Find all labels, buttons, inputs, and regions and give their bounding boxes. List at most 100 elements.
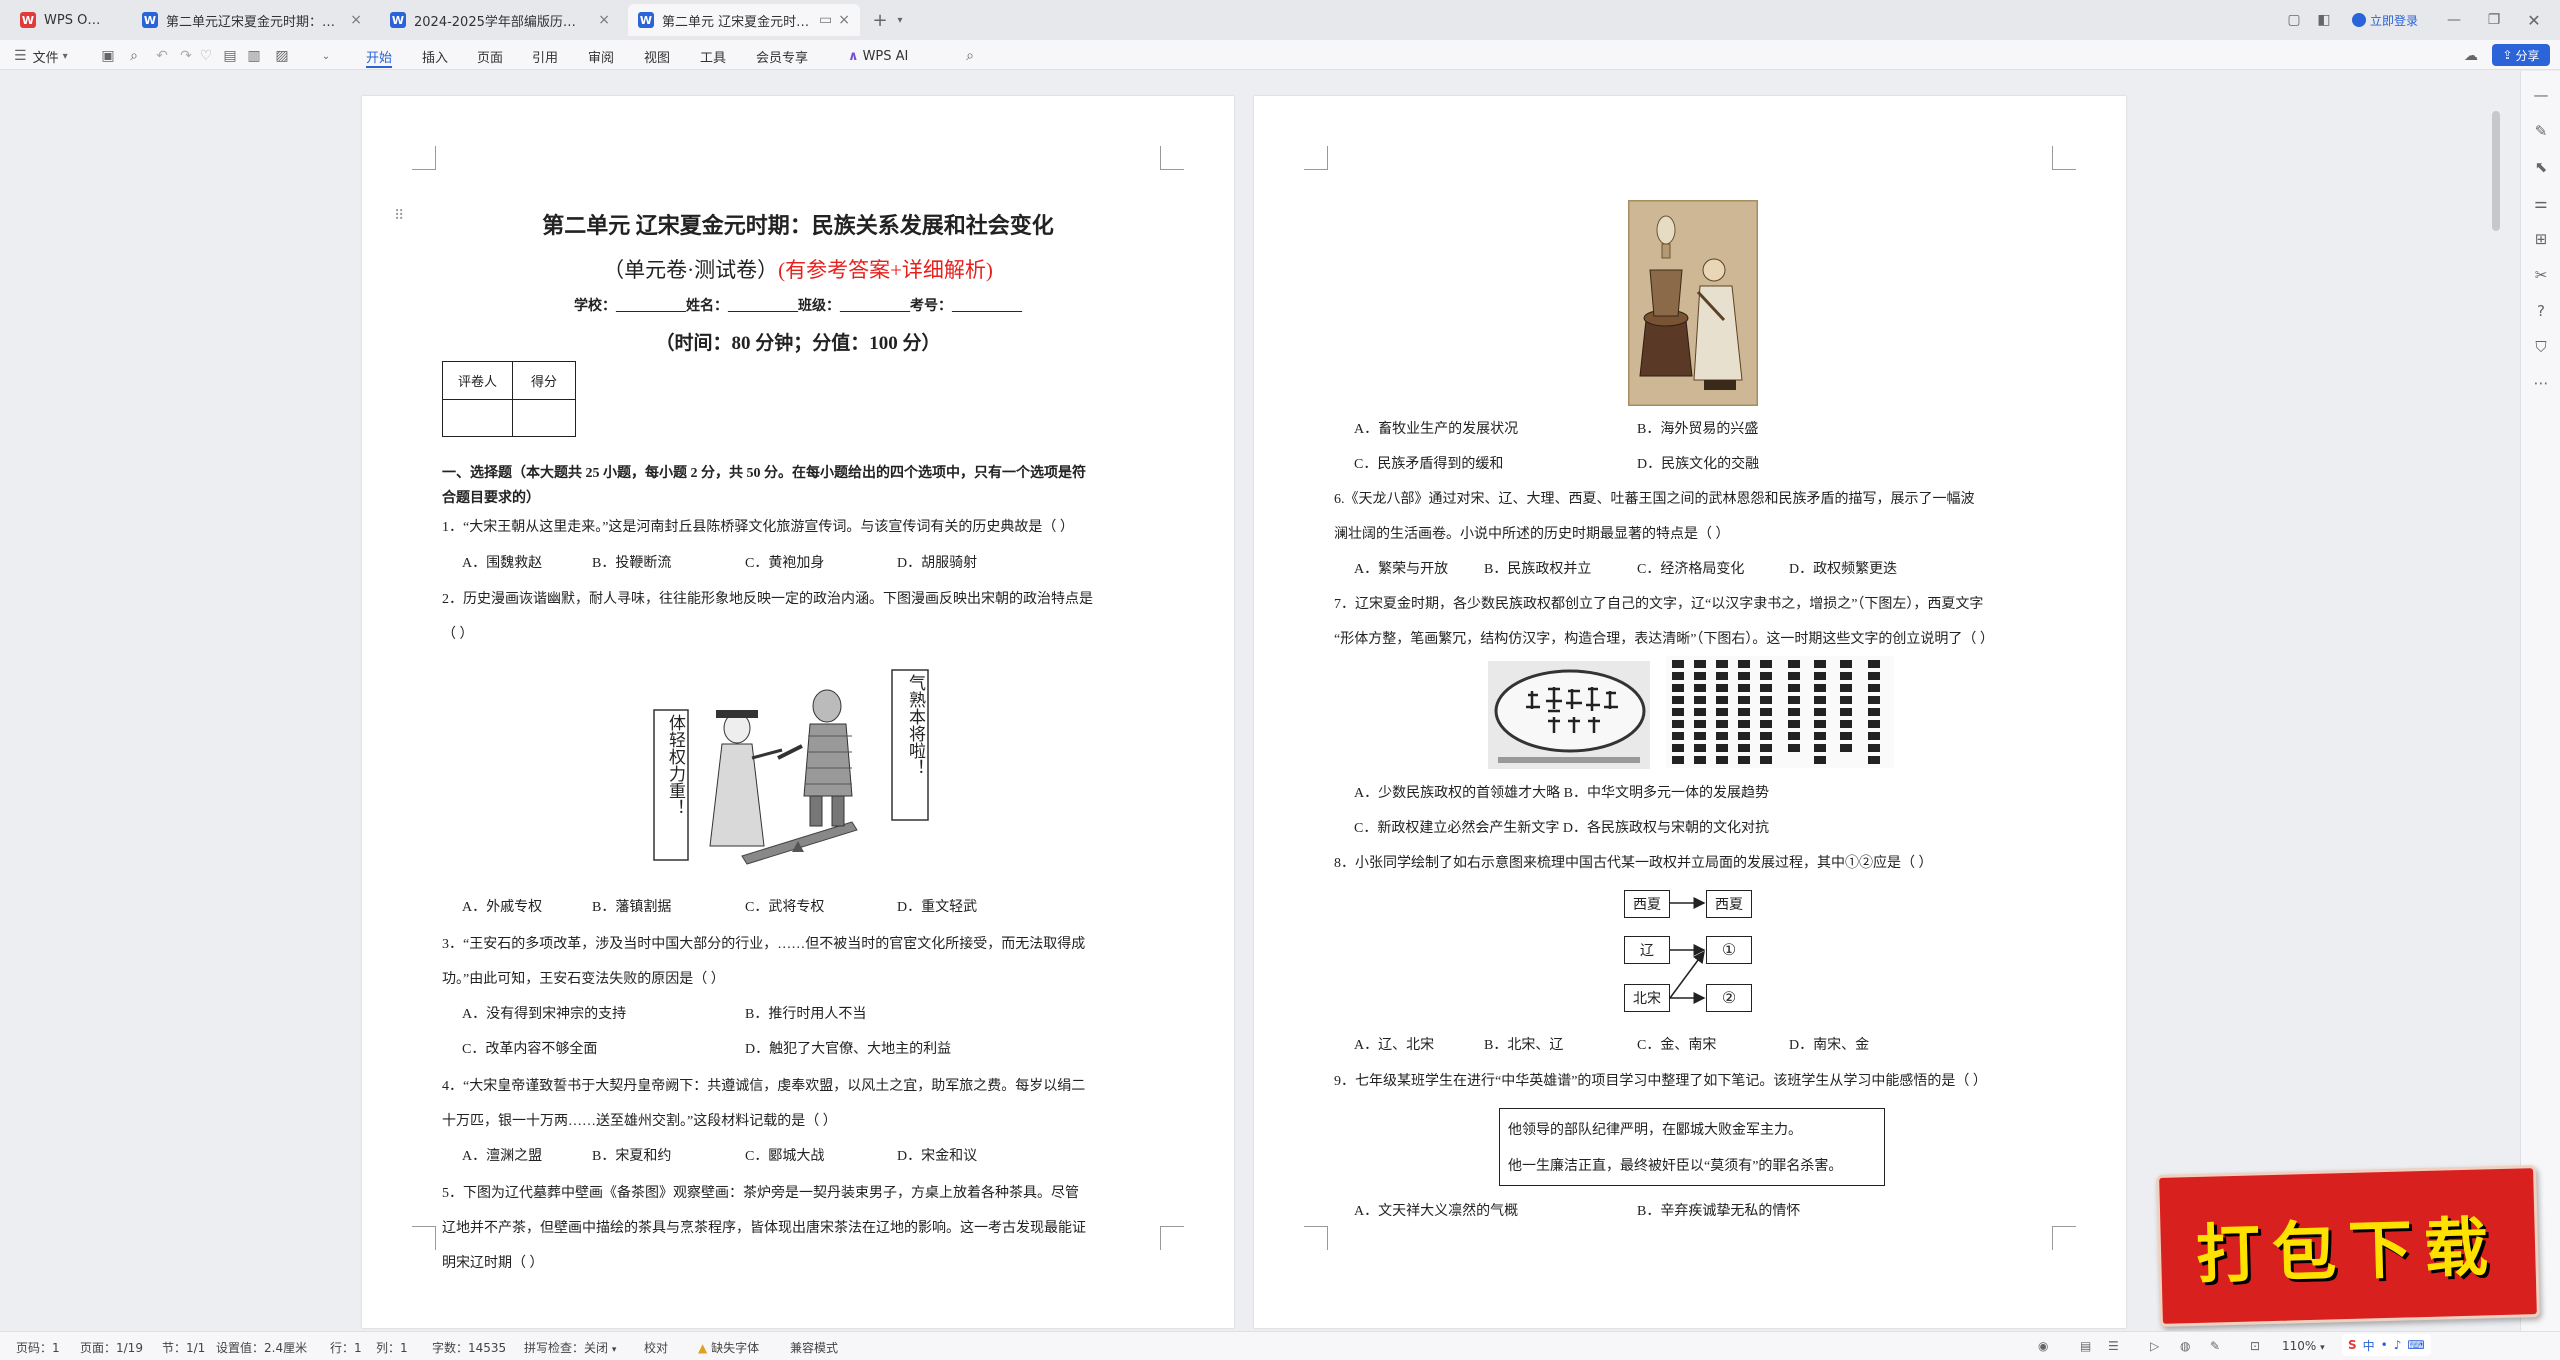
question-4-cont: 十万匹，银一十万两……送至雄州交割。”这段材料记载的是（ ）: [442, 1114, 837, 1129]
tab-page[interactable]: 页面: [477, 45, 503, 67]
question-5: 5．下图为辽代墓葬中壁画《备茶图》观察壁画：茶炉旁是一契丹装束男子，方桌上放着各…: [442, 1186, 1079, 1201]
document-page-2[interactable]: A．畜牧业生产的发展状况 B．海外贸易的兴盛 C．民族矛盾得到的缓和 D．民族文…: [1254, 96, 2126, 1328]
question-6: 6.《天龙八部》通过对宋、辽、大理、西夏、吐蕃王国之间的武林恩怨和民族矛盾的描写…: [1334, 492, 1975, 507]
close-icon[interactable]: ×: [350, 12, 362, 28]
more-icon[interactable]: ⋯: [2531, 373, 2551, 393]
zoom-level[interactable]: 110% ▾: [2282, 1339, 2325, 1353]
status-page-number[interactable]: 页码：1: [16, 1339, 60, 1356]
spell-check-label: 拼写检查：关闭: [524, 1341, 609, 1355]
tab-insert-label: 插入: [422, 50, 449, 66]
web-view-icon[interactable]: ◍: [2180, 1339, 2190, 1353]
status-word-count[interactable]: 字数：14535: [432, 1339, 506, 1356]
cloud-doc-icon[interactable]: ⛉: [2531, 337, 2551, 357]
tab-review[interactable]: 审阅: [588, 45, 614, 67]
option: C．黄袍加身: [745, 556, 825, 571]
tab-review-label: 审阅: [588, 50, 615, 66]
status-row[interactable]: 行：1: [330, 1339, 362, 1356]
insert-image-icon[interactable]: ▨: [274, 48, 290, 64]
tab-document-1[interactable]: W 第二单元辽宋夏金元时期：民族关 ×: [132, 4, 372, 36]
status-column[interactable]: 列：1: [376, 1339, 408, 1356]
close-icon[interactable]: ×: [598, 12, 610, 28]
tab-reference[interactable]: 引用: [532, 45, 558, 67]
file-menu[interactable]: ☰ 文件 ▾: [14, 45, 68, 67]
page-title: 第二单元 辽宋夏金元时期：民族关系发展和社会变化: [542, 213, 1054, 238]
chevron-down-icon[interactable]: ▾: [892, 10, 908, 30]
status-pages[interactable]: 页面：1/19: [80, 1339, 143, 1356]
status-section[interactable]: 节：1/1: [162, 1339, 205, 1356]
new-tab-icon[interactable]: +: [870, 10, 890, 31]
search-icon[interactable]: ⌕: [962, 48, 978, 64]
download-badge[interactable]: 打包下载: [2156, 1165, 2540, 1327]
skin-icon[interactable]: ◧: [2314, 10, 2334, 30]
diagram-box: 西夏: [1624, 890, 1670, 918]
print-preview-icon[interactable]: ▤: [222, 48, 238, 64]
chevron-down-icon[interactable]: ⌄: [318, 48, 334, 64]
eye-protection-icon[interactable]: ◉: [2038, 1339, 2048, 1353]
tab-wps-home[interactable]: W WPS Office: [10, 4, 120, 36]
minimize-icon[interactable]: —: [2444, 10, 2464, 30]
option: D．重文轻武: [897, 900, 978, 915]
share-button[interactable]: ⇪ 分享: [2492, 44, 2550, 66]
question-7-cont: “形体方整，笔画繁冗，结构仿汉字，构造合理，表达清晰”（下图右）。这一时期这些文…: [1334, 632, 1994, 647]
wps-ai-button[interactable]: ∧ WPS AI: [848, 45, 908, 67]
redo-icon[interactable]: ↷: [178, 48, 194, 64]
missing-font-button[interactable]: ▲ 缺失字体: [698, 1339, 759, 1356]
option: D．南宋、金: [1789, 1038, 1870, 1053]
help-icon[interactable]: ?: [2531, 301, 2551, 321]
window-layout-icon[interactable]: ▢: [2284, 10, 2304, 30]
option: A．外戚专权: [462, 900, 543, 915]
outline-view-icon[interactable]: ☰: [2108, 1339, 2119, 1353]
status-setting[interactable]: 设置值：2.4厘米: [216, 1339, 307, 1356]
translate-icon[interactable]: ⊞: [2531, 229, 2551, 249]
grader-cell[interactable]: [443, 400, 513, 436]
tools-icon[interactable]: ✂: [2531, 265, 2551, 285]
tab-insert[interactable]: 插入: [422, 45, 448, 67]
play-icon[interactable]: ▷: [2150, 1339, 2159, 1353]
tab-member[interactable]: 会员专享: [756, 45, 808, 67]
export-pdf-icon[interactable]: ▥: [246, 48, 262, 64]
vertical-scrollbar[interactable]: [2492, 111, 2500, 231]
chevron-down-icon: ▾: [2320, 1343, 2325, 1353]
save-icon[interactable]: ▣: [100, 48, 116, 64]
score-cell[interactable]: [513, 400, 575, 436]
tab-tools[interactable]: 工具: [700, 45, 726, 67]
pen-icon[interactable]: ✎: [2210, 1339, 2220, 1353]
exam-time-score: （时间：80 分钟；分值：100 分）: [655, 333, 941, 354]
fit-page-icon[interactable]: ⊡: [2250, 1339, 2260, 1353]
tab-view[interactable]: 视图: [644, 45, 670, 67]
diagram-box: 北宋: [1624, 984, 1670, 1012]
adjust-icon[interactable]: ⚌: [2531, 193, 2551, 213]
tab-start[interactable]: 开始: [366, 45, 392, 67]
word-doc-icon: W: [638, 12, 654, 28]
ime-toolbar[interactable]: S 中 • ♪ ⌨: [2342, 1334, 2431, 1356]
question-1: 1．“大宋王朝从这里走来。”这是河南封丘县陈桥驿文化旅游宣传词。与该宣传词有关的…: [442, 520, 1074, 535]
tab-document-2[interactable]: W 2024-2025学年部编版历史七年级 ×: [380, 4, 620, 36]
score-header: 得分: [513, 362, 575, 400]
document-page-1[interactable]: ⠿ 第二单元 辽宋夏金元时期：民族关系发展和社会变化 （单元卷·测试卷）(有参考…: [362, 96, 1234, 1328]
format-painter-icon[interactable]: ♡: [198, 48, 214, 64]
spell-check-toggle[interactable]: 拼写检查：关闭 ▾: [524, 1339, 616, 1356]
file-menu-label: 文件: [32, 50, 59, 66]
restore-icon[interactable]: ❐: [2484, 10, 2504, 30]
close-icon[interactable]: ×: [838, 12, 850, 28]
collapse-icon[interactable]: —: [2531, 85, 2551, 105]
monitor-icon[interactable]: ▭: [819, 12, 832, 28]
search-replace-icon[interactable]: ⌕: [126, 48, 142, 64]
question-5-cont: 辽地并不产茶，但壁画中描绘的茶具与烹茶程序，皆体现出唐宋茶法在辽地的影响。这一考…: [442, 1221, 1086, 1236]
login-button[interactable]: 立即登录: [2352, 10, 2418, 30]
status-bar: 页码：1 页面：1/19 节：1/1 设置值：2.4厘米 行：1 列：1 字数：…: [0, 1331, 2560, 1360]
tab-label: 2024-2025学年部编版历史七年级: [414, 14, 589, 30]
page-view-icon[interactable]: ▤: [2080, 1339, 2091, 1353]
option: C．郾城大战: [745, 1149, 825, 1164]
select-icon[interactable]: ⬉: [2531, 157, 2551, 177]
option: A．畜牧业生产的发展状况: [1354, 422, 1519, 437]
proofread-button[interactable]: 校对: [644, 1339, 668, 1356]
tab-document-3[interactable]: W 第二单元 辽宋夏金元时期：民 ▭ ×: [628, 4, 860, 36]
login-label: 立即登录: [2370, 13, 2419, 28]
right-sidebar: — ✎ ⬉ ⚌ ⊞ ✂ ? ⛉ ⋯: [2520, 71, 2560, 1331]
undo-icon[interactable]: ↶: [154, 48, 170, 64]
document-workspace[interactable]: ⠿ 第二单元 辽宋夏金元时期：民族关系发展和社会变化 （单元卷·测试卷）(有参考…: [0, 71, 2520, 1331]
cloud-sync-icon[interactable]: ☁: [2462, 48, 2480, 64]
window-close-icon[interactable]: ✕: [2524, 10, 2544, 30]
edit-icon[interactable]: ✎: [2531, 121, 2551, 141]
